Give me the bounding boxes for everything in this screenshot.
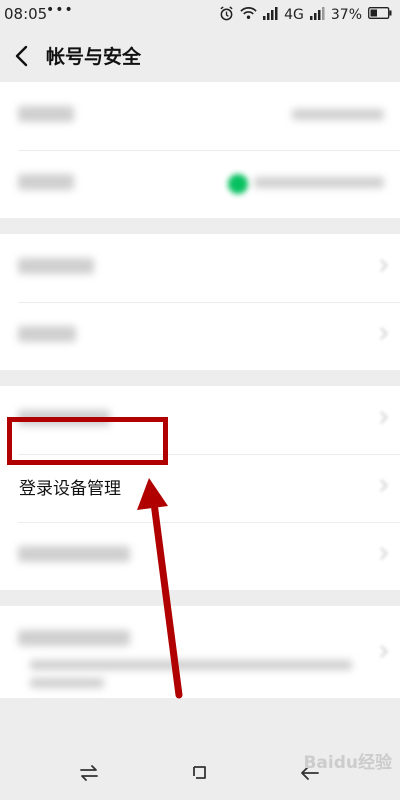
blurred-label: [18, 410, 110, 426]
home-button[interactable]: [186, 759, 214, 787]
alarm-icon: [219, 5, 234, 25]
switch-apps-icon: [80, 765, 98, 781]
blurred-description: [30, 678, 104, 688]
chevron-left-icon: [15, 45, 28, 67]
login-device-management-item[interactable]: 登录设备管理: [0, 454, 400, 522]
battery-icon: [368, 7, 392, 23]
list-item[interactable]: [0, 522, 400, 590]
status-icons: 4G 37%: [219, 5, 392, 25]
watermark: Baidu经验: [303, 753, 392, 773]
list-item[interactable]: [0, 302, 400, 370]
home-square-icon: [193, 766, 206, 779]
blurred-value: [254, 177, 384, 188]
settings-section-2: [0, 234, 400, 370]
signal-icon: [263, 6, 278, 24]
list-item[interactable]: [0, 150, 400, 218]
signal-icon-2: [309, 6, 325, 24]
list-item[interactable]: [0, 386, 400, 454]
blurred-value: [292, 109, 384, 120]
blurred-label: [18, 174, 74, 190]
blurred-label: [18, 630, 130, 646]
chevron-right-icon: [375, 547, 388, 560]
status-bar: 08:05 ••• 4G 37%: [0, 0, 400, 30]
blurred-description: [30, 660, 352, 670]
wifi-icon: [240, 6, 257, 24]
status-time: 08:05: [4, 5, 48, 23]
chevron-right-icon: [375, 645, 388, 658]
switch-apps-button[interactable]: [75, 759, 103, 787]
network-type: 4G: [284, 7, 304, 23]
chevron-right-icon: [375, 259, 388, 272]
settings-section-1: [0, 82, 400, 218]
back-button[interactable]: [10, 42, 36, 70]
settings-section-3: 登录设备管理: [0, 386, 400, 590]
chevron-right-icon: [375, 479, 388, 492]
page-title: 帐号与安全: [46, 46, 142, 68]
blurred-label: [18, 106, 74, 122]
blurred-label: [18, 546, 130, 562]
settings-section-4: [0, 606, 400, 698]
login-device-management-label: 登录设备管理: [19, 479, 121, 499]
blurred-label: [18, 258, 94, 274]
notification-dots: •••: [46, 2, 74, 18]
blurred-label: [18, 326, 76, 342]
battery-percent: 37%: [330, 7, 362, 23]
status-dot-icon: [228, 174, 248, 194]
settings-list: 登录设备管理: [0, 82, 400, 698]
list-item[interactable]: [0, 234, 400, 302]
list-item[interactable]: [0, 606, 400, 698]
chevron-right-icon: [375, 327, 388, 340]
navigation-bar: 帐号与安全: [0, 30, 400, 82]
chevron-right-icon: [375, 411, 388, 424]
list-item[interactable]: [0, 82, 400, 150]
